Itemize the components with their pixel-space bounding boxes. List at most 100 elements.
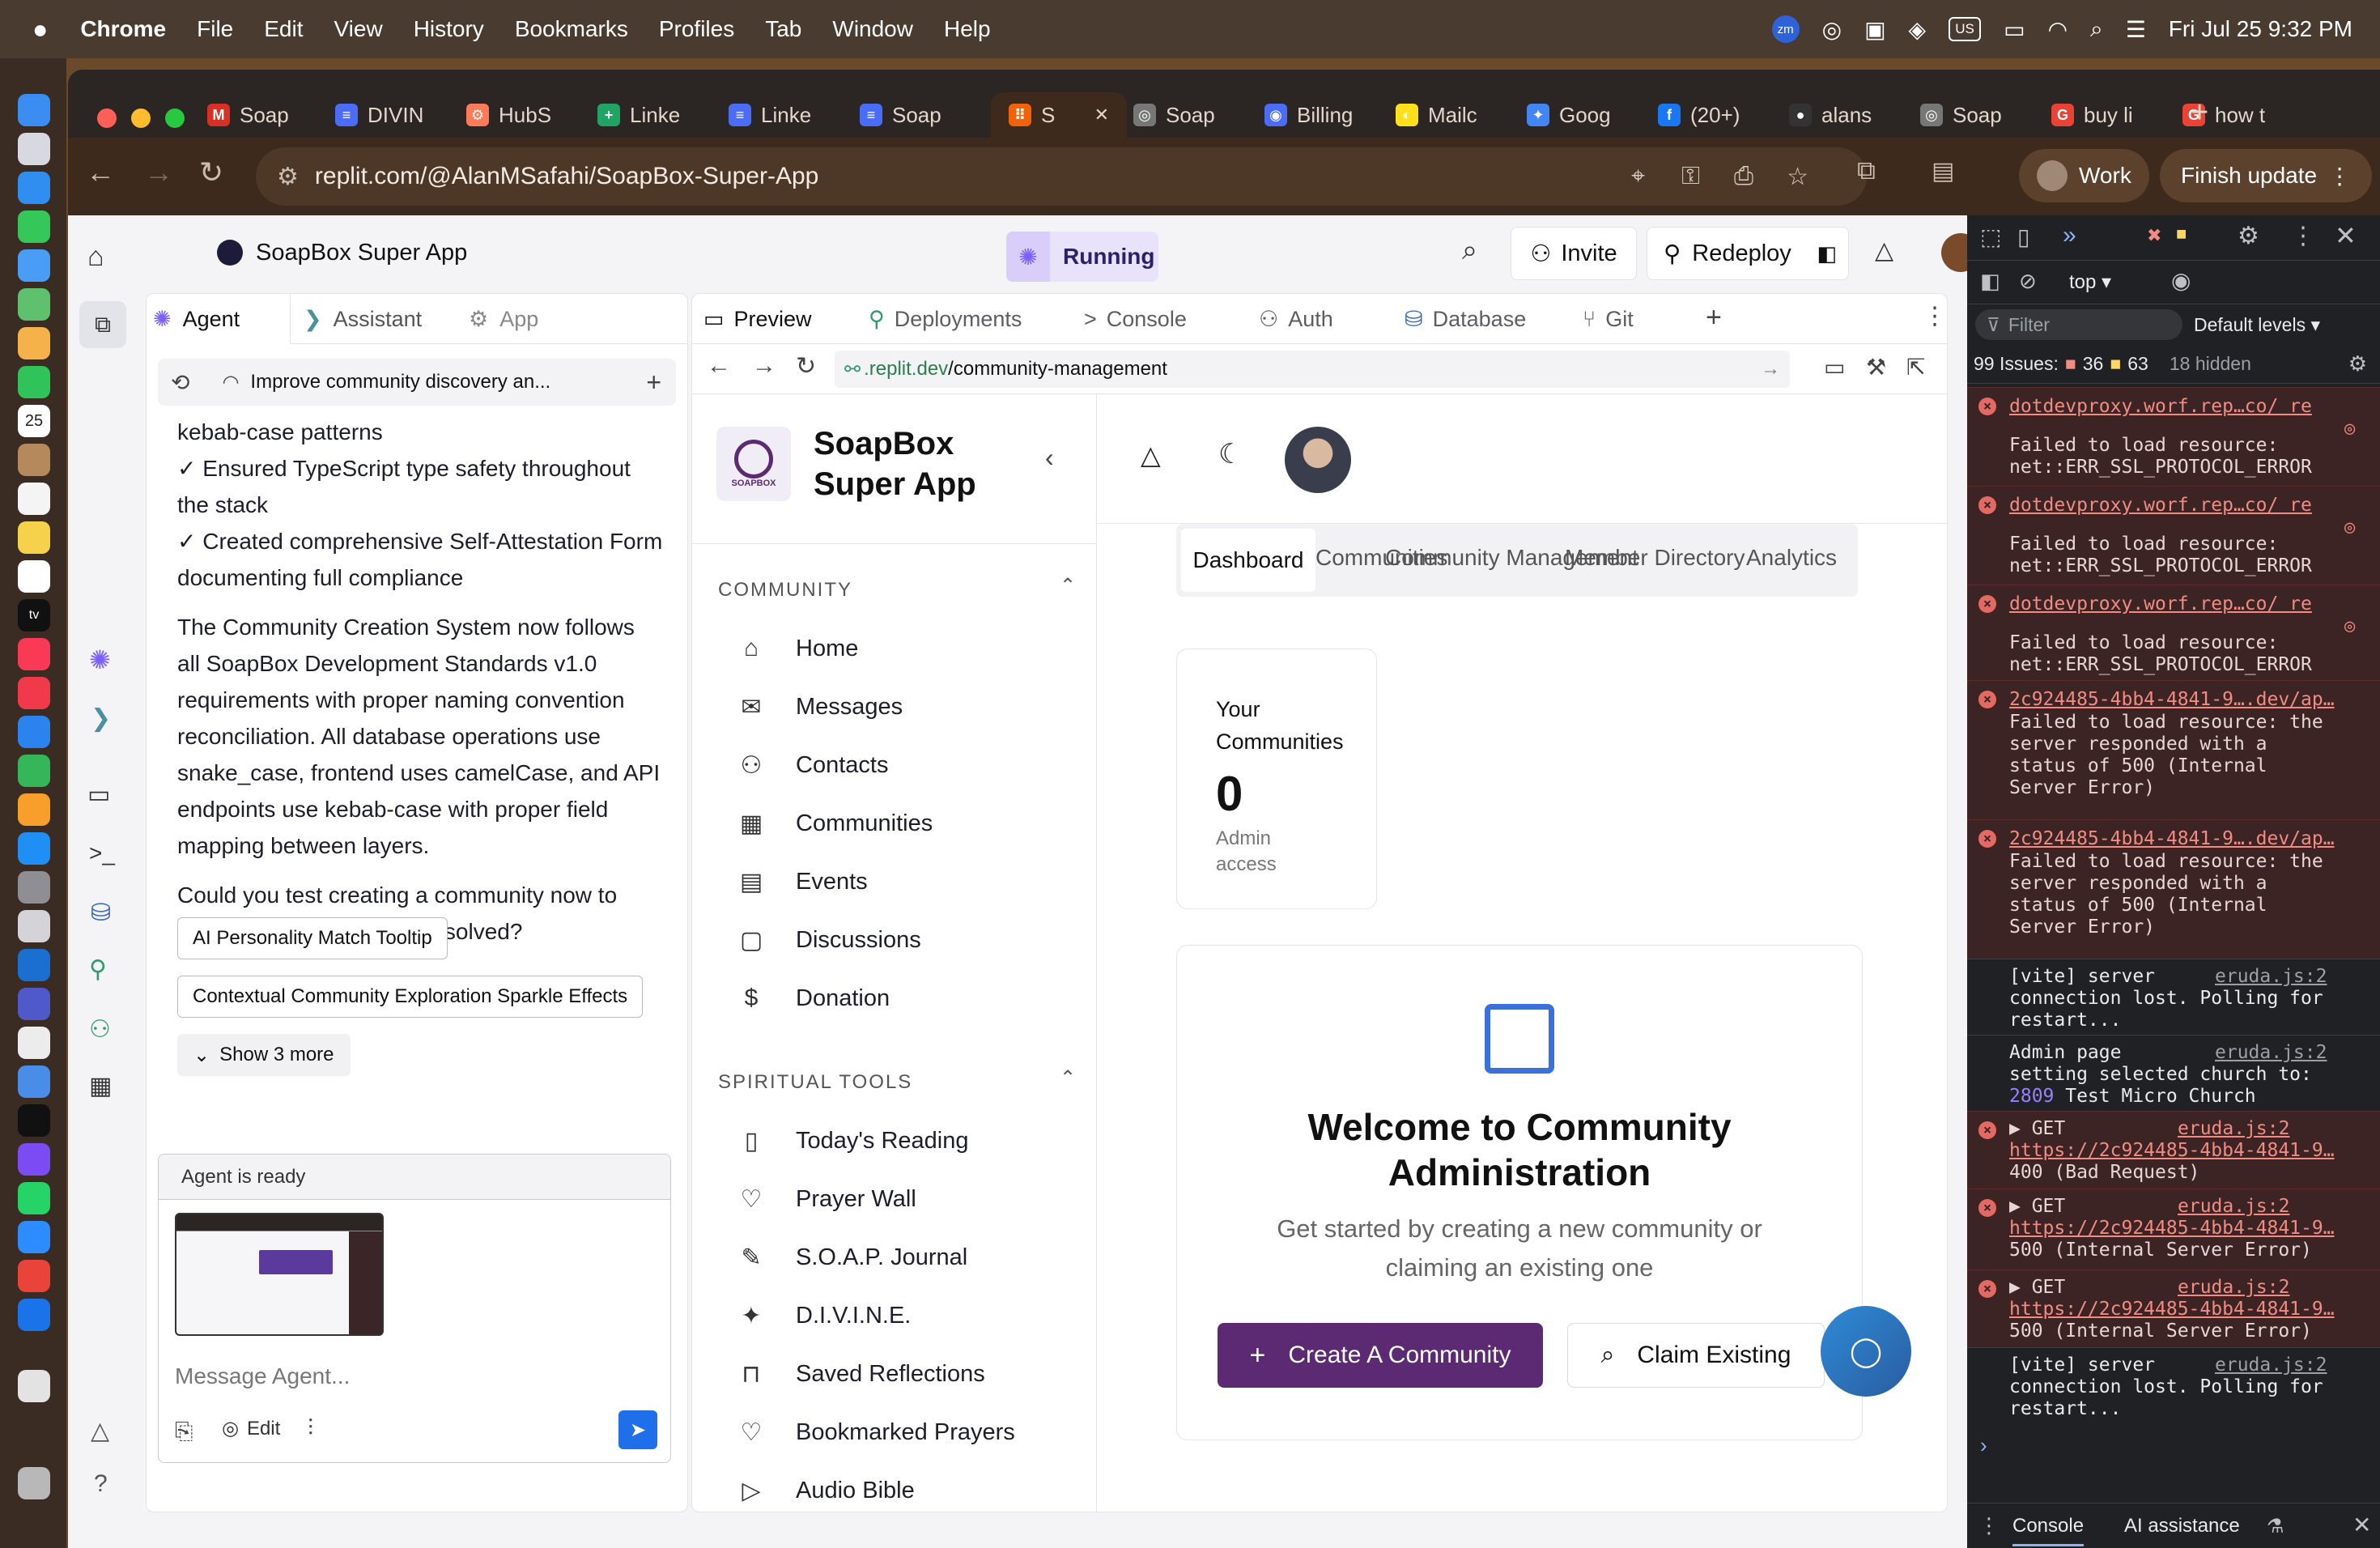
preview-forward-icon[interactable]: →: [752, 352, 776, 380]
profile-photo-avatar[interactable]: [1285, 427, 1351, 493]
browser-tab[interactable]: ◎ Soap: [1920, 92, 2045, 138]
show-more-button[interactable]: ⌄ Show 3 more: [177, 1034, 351, 1076]
log-source-link[interactable]: eruda.js:2: [2178, 1118, 2289, 1139]
network-url[interactable]: https://2c924485-4bb4-4841-9…: [2009, 1218, 2335, 1240]
chrome-icon[interactable]: [18, 1260, 50, 1292]
menu-file[interactable]: File: [197, 16, 233, 42]
spiritual-tools-chevron-icon[interactable]: ⌃: [1060, 1066, 1076, 1090]
workspace-toggle-icon[interactable]: ⧉: [79, 301, 126, 348]
sidebar-item-prayer-wall[interactable]: ♡ Prayer Wall: [737, 1175, 916, 1223]
url-go-icon[interactable]: →: [1761, 358, 1780, 381]
preview-tool-icon[interactable]: ▭: [87, 780, 110, 809]
minimize-window-button[interactable]: [131, 108, 151, 128]
keyboard-input-icon[interactable]: US: [1949, 17, 1982, 41]
log-source-link[interactable]: eruda.js:2: [2215, 1354, 2327, 1376]
filter-input[interactable]: ⊽ Filter: [1975, 309, 2182, 340]
panel-more-icon[interactable]: ⋮: [1923, 302, 1947, 330]
drawer-tab-console[interactable]: Console: [2012, 1515, 2085, 1546]
side-panel-icon[interactable]: ▤: [1932, 157, 1954, 185]
messages-icon[interactable]: [18, 211, 50, 243]
sidebar-item-divine[interactable]: ✦ D.I.V.I.N.E.: [737, 1291, 911, 1340]
clear-console-icon[interactable]: ⊘: [2019, 269, 2037, 294]
errors-badge-icon[interactable]: ✖: [2147, 225, 2161, 246]
screen-sharing-icon[interactable]: [18, 1065, 50, 1098]
messenger-icon[interactable]: [18, 1143, 50, 1176]
address-bar[interactable]: ⚙ replit.com/@AlanMSafahi/SoapBox-Super-…: [256, 147, 1867, 206]
redeploy-button[interactable]: ⚲ Redeploy ◧: [1647, 227, 1849, 280]
error-open-icon[interactable]: ◎: [2344, 419, 2355, 439]
launchpad-icon[interactable]: [18, 133, 50, 165]
log-source-link[interactable]: eruda.js:2: [2178, 1196, 2289, 1217]
browser-tab[interactable]: Gbuy li: [2051, 92, 2176, 138]
finder-icon[interactable]: [18, 94, 50, 126]
back-arrow-icon[interactable]: ←: [86, 155, 115, 189]
menu-history[interactable]: History: [414, 16, 484, 42]
appletv-icon[interactable]: tv: [18, 599, 50, 632]
location-icon[interactable]: ⌖: [1631, 163, 1645, 190]
zoom-window-button[interactable]: [165, 108, 185, 128]
error-source-link[interactable]: 2c924485-4bb4-4841-9….dev/ap…: [2009, 828, 2335, 849]
log-source-link[interactable]: eruda.js:2: [2215, 1042, 2327, 1064]
network-url[interactable]: https://2c924485-4bb4-4841-9…: [2009, 1299, 2335, 1320]
browser-tab[interactable]: ✦ Goog: [1527, 92, 1651, 138]
preview-back-icon[interactable]: ←: [707, 352, 731, 380]
mail-icon[interactable]: [18, 249, 50, 282]
suggestion-chip[interactable]: AI Personality Match Tooltip: [177, 917, 448, 959]
menu-tab[interactable]: Tab: [765, 16, 801, 42]
apple-icon[interactable]: ●: [32, 15, 48, 45]
suggestion-chip[interactable]: Contextual Community Exploration Sparkle…: [177, 976, 644, 1018]
log-levels-dropdown[interactable]: Default levels ▾: [2194, 314, 2320, 336]
tab-preview[interactable]: ▭ Preview: [703, 294, 812, 344]
browser-tab-active[interactable]: ⠿ S ✕: [991, 92, 1127, 138]
new-tab-plus-icon[interactable]: +: [2191, 96, 2208, 130]
devtools-menu-icon[interactable]: ⋮: [2291, 222, 2315, 250]
browser-tab[interactable]: ≡ Linke: [729, 92, 853, 138]
zoom-status-icon[interactable]: zm: [1771, 15, 1800, 43]
sidebar-item-home[interactable]: ⌂ Home: [737, 624, 858, 673]
browser-tab[interactable]: + Linke: [597, 92, 722, 138]
new-thread-plus-icon[interactable]: +: [646, 368, 661, 398]
attach-paperclip-icon[interactable]: ⎘: [175, 1418, 193, 1445]
assistant-tool-icon[interactable]: ❯: [91, 704, 111, 733]
warnings-badge-icon[interactable]: ■: [2176, 223, 2187, 245]
settings-sliders-icon[interactable]: ⫶: [308, 1415, 313, 1442]
forward-arrow-icon[interactable]: →: [144, 155, 173, 189]
log-source-link[interactable]: eruda.js:2: [2215, 966, 2327, 988]
devtools-settings-gear-icon[interactable]: ⚙: [2238, 222, 2259, 250]
browser-tab[interactable]: f (20+): [1658, 92, 1783, 138]
error-open-icon[interactable]: ◎: [2344, 517, 2355, 538]
password-key-icon[interactable]: ⚿: [1681, 163, 1700, 190]
network-url[interactable]: https://2c924485-4bb4-4841-9…: [2009, 1140, 2335, 1162]
safari-icon[interactable]: [18, 172, 50, 204]
reminders-icon[interactable]: [18, 483, 50, 515]
edit-mode-button[interactable]: ◎ Edit: [222, 1417, 280, 1440]
menu-window[interactable]: Window: [832, 16, 913, 42]
project-title[interactable]: SoapBox Super App: [256, 240, 467, 266]
more-panels-icon[interactable]: »: [2063, 222, 2076, 249]
browser-tab[interactable]: ≡ Soap: [860, 92, 984, 138]
menu-profiles[interactable]: Profiles: [659, 16, 734, 42]
address-url[interactable]: replit.com/@AlanMSafahi/SoapBox-Super-Ap…: [315, 163, 818, 190]
history-icon[interactable]: ⟲: [171, 369, 189, 396]
browser-tab[interactable]: ≡ DIVIN: [335, 92, 460, 138]
tab-assistant[interactable]: ❯ Assistant: [304, 294, 422, 344]
facetime-icon[interactable]: [18, 366, 50, 398]
sidebar-item-messages[interactable]: ✉ Messages: [737, 683, 903, 731]
freeform-icon[interactable]: [18, 560, 50, 593]
database-tool-icon[interactable]: ⛁: [91, 899, 111, 927]
redeploy-menu-icon[interactable]: ◧: [1817, 241, 1837, 266]
browser-tab[interactable]: ⚙ HubS: [466, 92, 591, 138]
sidebar-item-saved-reflections[interactable]: ⊓ Saved Reflections: [737, 1350, 984, 1398]
close-devtools-icon[interactable]: ✕: [2335, 220, 2357, 251]
dark-mode-moon-icon[interactable]: ☾: [1218, 438, 1243, 470]
onepassword-icon[interactable]: [18, 1299, 50, 1331]
agent-tool-icon[interactable]: ✺: [89, 644, 111, 675]
tab-console[interactable]: > Console: [1084, 294, 1187, 344]
deployments-tool-icon[interactable]: ⚲: [89, 955, 107, 984]
teams-icon[interactable]: [18, 988, 50, 1020]
calendar-icon[interactable]: 25: [18, 405, 50, 437]
browser-tab[interactable]: ◉ Billing: [1264, 92, 1389, 138]
trash-icon[interactable]: [18, 1467, 50, 1499]
tab-deployments[interactable]: ⚲ Deployments: [869, 294, 1022, 344]
browser-tab[interactable]: ◎ Soap: [1133, 92, 1258, 138]
